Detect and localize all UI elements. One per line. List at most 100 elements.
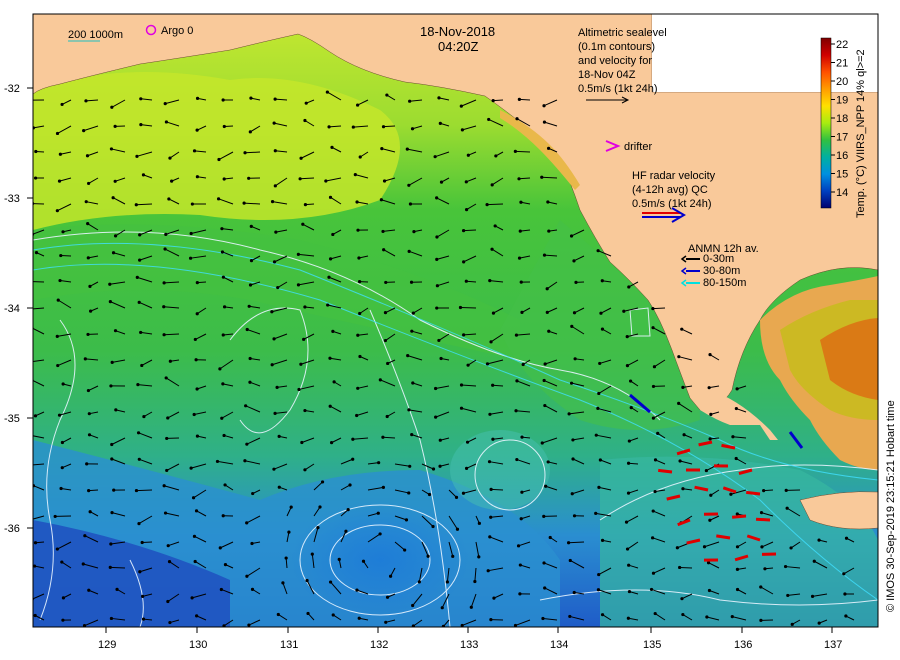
velocity-vector-head xyxy=(355,588,359,592)
velocity-vector-head xyxy=(734,406,738,411)
velocity-vector-head xyxy=(222,433,226,438)
drifter-label: drifter xyxy=(624,141,652,153)
velocity-vector-head xyxy=(217,157,221,162)
velocity-vector-head xyxy=(376,511,380,515)
velocity-vector-head xyxy=(490,247,494,251)
velocity-vector-head xyxy=(405,147,409,151)
velocity-vector-head xyxy=(485,203,489,207)
velocity-vector-head xyxy=(431,467,436,471)
velocity-vector-head xyxy=(574,280,578,284)
velocity-vector-head xyxy=(464,466,469,470)
velocity-vector-head xyxy=(785,506,789,510)
velocity-vector xyxy=(463,229,477,232)
velocity-vector-head xyxy=(408,464,412,468)
velocity-vector-head xyxy=(625,335,629,339)
velocity-vector-head xyxy=(709,412,713,416)
velocity-vector-head xyxy=(489,340,493,344)
velocity-vector-head xyxy=(320,480,325,484)
velocity-vector-head xyxy=(548,535,552,540)
velocity-vector-head xyxy=(759,618,763,622)
colorbar-tick-label: 17 xyxy=(836,132,848,144)
velocity-vector-head xyxy=(356,333,360,337)
velocity-vector-head xyxy=(162,484,166,488)
velocity-vector-head xyxy=(380,147,384,151)
colorbar xyxy=(820,37,832,209)
hf-line3: 0.5m/s (1kt 24h) xyxy=(632,198,711,210)
velocity-vector-head xyxy=(762,489,766,493)
velocity-vector-head xyxy=(408,99,412,103)
velocity-vector-head xyxy=(626,461,631,465)
velocity-vector-head xyxy=(248,283,253,287)
velocity-vector-head xyxy=(651,416,656,420)
velocity-vector-head xyxy=(404,518,409,522)
velocity-vector-head xyxy=(445,580,449,584)
velocity-vector-head xyxy=(403,548,407,552)
velocity-vector-head xyxy=(303,203,308,207)
velocity-vector-head xyxy=(114,408,118,412)
anmn-legend-label: 80-150m xyxy=(703,277,746,289)
anmn-legend-label: 30-80m xyxy=(703,265,740,277)
velocity-vector-head xyxy=(379,198,383,202)
velocity-vector-head xyxy=(494,154,498,158)
velocity-vector-head xyxy=(625,547,630,551)
velocity-vector-head xyxy=(411,381,415,385)
velocity-vector-head xyxy=(55,547,59,551)
velocity-vector-head xyxy=(454,495,459,500)
velocity-vector-head xyxy=(571,438,575,442)
velocity-vector-head xyxy=(681,385,685,389)
velocity-vector-head xyxy=(547,229,551,233)
velocity-vector-head xyxy=(544,484,548,488)
velocity-vector-head xyxy=(353,173,357,177)
velocity-vector-head xyxy=(385,595,390,599)
velocity-vector-head xyxy=(218,367,222,371)
velocity-vector-head xyxy=(218,546,222,550)
velocity-vector-head xyxy=(356,386,360,390)
velocity-vector-head xyxy=(302,337,306,341)
velocity-vector-head xyxy=(543,586,547,590)
altimetry-line4: 18-Nov 04Z xyxy=(578,69,636,81)
velocity-vector-head xyxy=(486,569,490,573)
velocity-vector-head xyxy=(108,565,112,569)
velocity-vector-head xyxy=(464,279,468,283)
velocity-vector-head xyxy=(542,104,546,108)
velocity-vector-head xyxy=(568,558,572,563)
velocity-vector-head xyxy=(543,403,547,408)
sst-map: 129 130 131 132 133 134 135 136 137 -32 -33 -34 -35… xyxy=(4,13,897,651)
velocity-vector-head xyxy=(759,511,764,515)
velocity-vector-head xyxy=(298,177,302,181)
velocity-vector-head xyxy=(594,433,598,437)
velocity-vector-head xyxy=(59,253,63,258)
velocity-vector-head xyxy=(382,248,386,252)
velocity-vector-head xyxy=(407,408,411,412)
velocity-vector-head xyxy=(490,183,494,187)
velocity-vector-head xyxy=(542,120,547,124)
velocity-vector-head xyxy=(571,457,575,461)
velocity-vector-head xyxy=(408,202,413,206)
velocity-vector-head xyxy=(358,155,362,159)
velocity-vector-head xyxy=(466,153,470,157)
velocity-vector-head xyxy=(731,435,735,439)
velocity-vector-head xyxy=(597,572,601,577)
velocity-vector-head xyxy=(351,457,355,461)
velocity-vector-head xyxy=(58,152,62,156)
velocity-vector-head xyxy=(515,379,519,383)
velocity-vector-head xyxy=(194,358,198,362)
velocity-vector-head xyxy=(221,275,225,279)
velocity-vector-head xyxy=(34,149,38,154)
velocity-vector-head xyxy=(272,337,276,341)
velocity-vector-head xyxy=(33,541,38,545)
velocity-vector-head xyxy=(162,333,166,337)
velocity-vector-head xyxy=(677,401,681,406)
hf-radar-arrow xyxy=(731,514,747,519)
velocity-vector-head xyxy=(56,363,60,368)
velocity-vector-head xyxy=(543,362,547,366)
velocity-vector-head xyxy=(162,281,166,285)
velocity-vector-head xyxy=(281,581,285,585)
velocity-vector-head xyxy=(248,380,252,384)
velocity-vector-head xyxy=(627,285,631,289)
velocity-vector-head xyxy=(296,283,301,287)
velocity-vector-head xyxy=(108,300,112,304)
velocity-vector-head xyxy=(385,414,389,419)
velocity-vector-head xyxy=(137,300,141,304)
velocity-vector-head xyxy=(137,521,141,526)
